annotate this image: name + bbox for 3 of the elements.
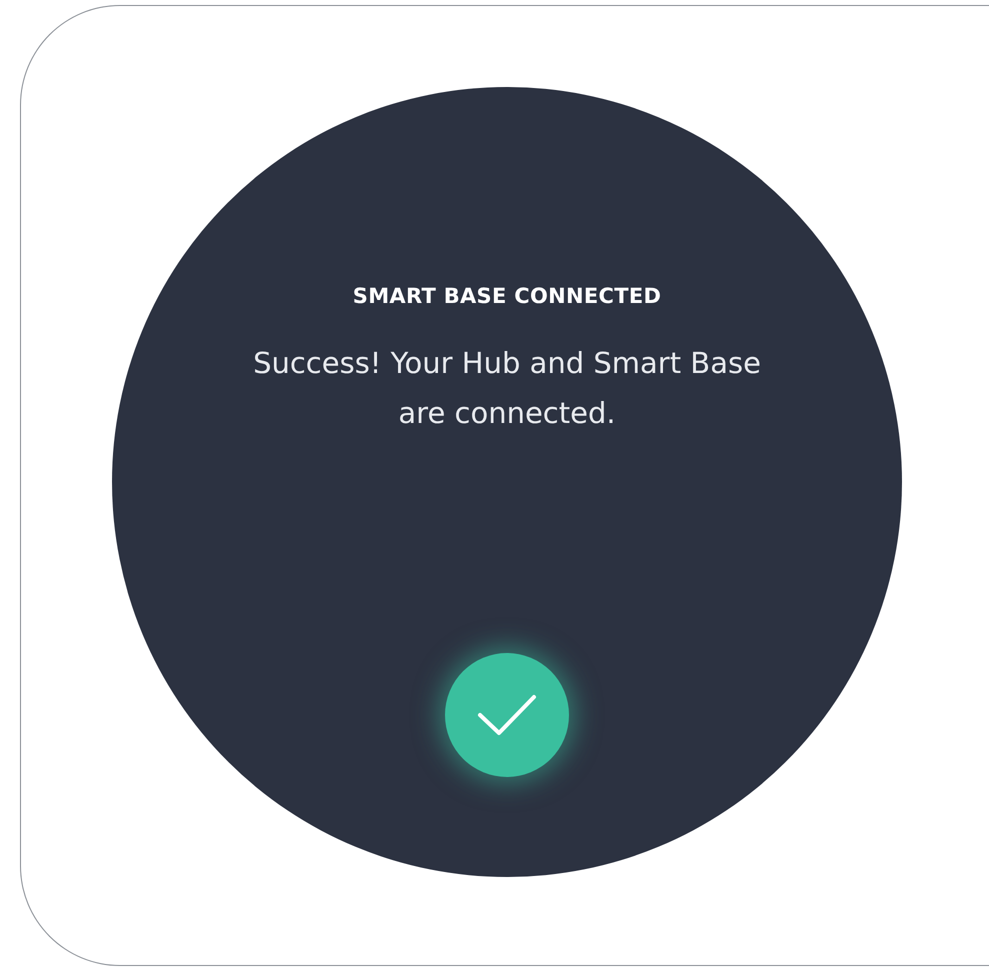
status-message: Success! Your Hub and Smart Base are connected. [252, 345, 762, 432]
checkmark-icon [477, 693, 537, 737]
status-title: SMART BASE CONNECTED [352, 284, 662, 308]
